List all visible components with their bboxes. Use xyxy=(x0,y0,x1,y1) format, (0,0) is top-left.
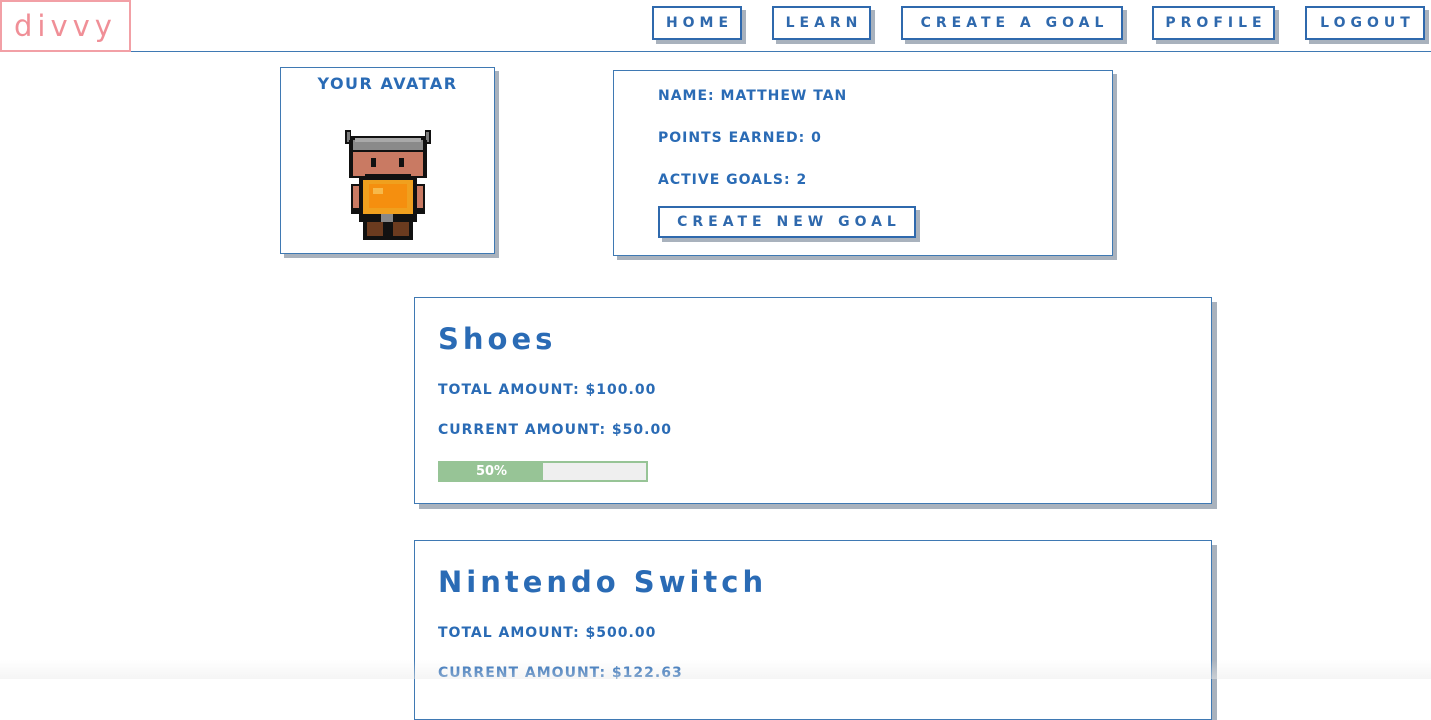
nav-learn-button[interactable]: LEARN xyxy=(772,6,871,40)
goal-title: Nintendo Switch xyxy=(438,565,768,599)
goal-total-amount: TOTAL AMOUNT: $100.00 xyxy=(438,382,657,398)
nav-create-goal-button[interactable]: CREATE A GOAL xyxy=(901,6,1123,40)
goal-total-amount: TOTAL AMOUNT: $500.00 xyxy=(438,625,657,641)
avatar-card: YOUR AVATAR xyxy=(280,67,495,254)
nav-logout-button[interactable]: LOGOUT xyxy=(1305,6,1425,40)
nav-home-button[interactable]: HOME xyxy=(652,6,742,40)
divvy-logo[interactable]: divvy xyxy=(0,0,131,52)
goal-progress-fill: 50% xyxy=(440,463,543,480)
top-nav-bar: divvy HOME LEARN CREATE A GOAL PROFILE L… xyxy=(0,0,1431,52)
active-goals-count: ACTIVE GOALS: 2 xyxy=(658,172,808,188)
viking-avatar-icon xyxy=(345,126,431,247)
goal-progress-bar: 50% xyxy=(438,461,648,482)
points-earned: POINTS EARNED: 0 xyxy=(658,130,822,146)
goal-progress-label: 50% xyxy=(475,464,508,479)
goal-card: Nintendo Switch TOTAL AMOUNT: $500.00 CU… xyxy=(414,540,1212,720)
create-new-goal-button[interactable]: CREATE NEW GOAL xyxy=(658,206,916,238)
profile-name: NAME: MATTHEW TAN xyxy=(658,88,848,104)
goal-card: Shoes TOTAL AMOUNT: $100.00 CURRENT AMOU… xyxy=(414,297,1212,504)
goal-current-amount: CURRENT AMOUNT: $50.00 xyxy=(438,422,672,438)
profile-info-card: NAME: MATTHEW TAN POINTS EARNED: 0 ACTIV… xyxy=(613,70,1113,256)
avatar-title: YOUR AVATAR xyxy=(317,74,458,93)
goal-title: Shoes xyxy=(438,322,557,356)
nav-profile-button[interactable]: PROFILE xyxy=(1152,6,1275,40)
